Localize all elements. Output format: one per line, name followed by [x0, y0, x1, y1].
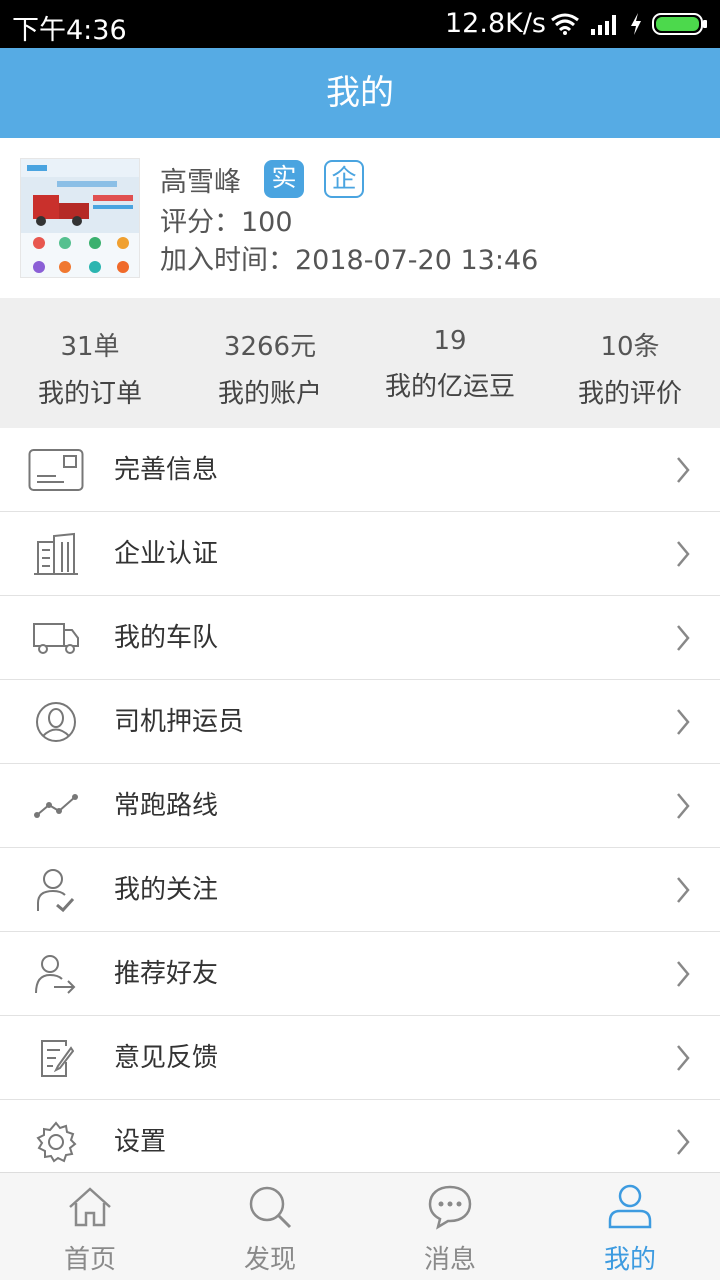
- wifi-icon: [551, 13, 579, 35]
- status-bar: 下午4:36 12.8K/s: [0, 0, 720, 48]
- avatar-image: [21, 159, 139, 273]
- stat-label: 我的亿运豆: [384, 372, 515, 402]
- feedback-icon: [28, 1034, 84, 1082]
- message-icon: [428, 1185, 472, 1230]
- enterprise-badge: 企: [324, 160, 364, 198]
- tab-messages[interactable]: 消息: [360, 1173, 540, 1280]
- profile-score: 评分：100: [160, 207, 293, 238]
- tab-mine[interactable]: 我的: [540, 1173, 720, 1280]
- menu-item-label: 完善信息: [114, 455, 219, 485]
- route-icon: [28, 782, 84, 830]
- menu-item-label: 我的车队: [114, 623, 219, 653]
- search-icon: [249, 1186, 292, 1229]
- title-bar: 我的: [0, 48, 720, 138]
- chevron-right-icon: [677, 625, 690, 651]
- charging-icon: [631, 13, 641, 35]
- tab-label: 首页: [63, 1245, 116, 1275]
- profile-name: 高雪峰: [160, 167, 241, 198]
- menu-item-label: 司机押运员: [114, 707, 245, 737]
- bottom-tab-bar: 首页 发现 消息 我的: [0, 1172, 720, 1280]
- chevron-right-icon: [677, 1129, 690, 1155]
- follow-icon: [28, 866, 84, 914]
- avatar[interactable]: [20, 158, 140, 278]
- stat-beans[interactable]: 19 我的亿运豆: [360, 298, 540, 428]
- page-title: 我的: [326, 73, 394, 113]
- network-speed: 12.8K/s: [445, 8, 546, 39]
- building-icon: [28, 530, 84, 578]
- home-icon: [69, 1187, 111, 1227]
- menu-item-label: 我的关注: [114, 875, 219, 905]
- tab-label: 消息: [423, 1245, 476, 1275]
- menu-item-recommend[interactable]: 推荐好友: [0, 932, 720, 1016]
- menu-item-label: 意见反馈: [114, 1043, 219, 1073]
- id-card-icon: [28, 446, 84, 494]
- driver-icon: [28, 698, 84, 746]
- battery-icon: [652, 13, 707, 35]
- stat-account[interactable]: 3266元 我的账户: [180, 298, 360, 428]
- status-icons: [550, 10, 708, 38]
- menu-item-feedback[interactable]: 意见反馈: [0, 1016, 720, 1100]
- chevron-right-icon: [677, 457, 690, 483]
- chevron-right-icon: [677, 961, 690, 987]
- menu-item-label: 企业认证: [114, 539, 219, 569]
- menu-item-label: 推荐好友: [114, 959, 219, 989]
- stat-value: 10条: [600, 332, 660, 362]
- tab-label: 发现: [243, 1245, 296, 1275]
- settings-icon: [28, 1118, 84, 1166]
- stat-label: 我的评价: [577, 379, 682, 409]
- status-time: 下午4:36: [12, 15, 127, 46]
- stat-label: 我的账户: [217, 379, 322, 409]
- stat-reviews[interactable]: 10条 我的评价: [540, 298, 720, 428]
- profile-card[interactable]: 高雪峰 实 企 评分：100 加入时间：2018-07-20 13:46: [0, 138, 720, 298]
- stat-value: 3266元: [223, 332, 317, 362]
- stat-label: 我的订单: [37, 379, 142, 409]
- tab-label: 我的: [603, 1245, 656, 1275]
- chevron-right-icon: [677, 877, 690, 903]
- menu-item-label: 常跑路线: [114, 791, 219, 821]
- menu-item-routes[interactable]: 常跑路线: [0, 764, 720, 848]
- tab-discover[interactable]: 发现: [180, 1173, 360, 1280]
- profile-icon: [608, 1184, 652, 1229]
- stat-value: 31单: [60, 332, 120, 362]
- chevron-right-icon: [677, 709, 690, 735]
- truck-icon: [28, 614, 84, 662]
- verified-badge: 实: [264, 160, 304, 198]
- profile-join-time: 加入时间：2018-07-20 13:46: [160, 245, 539, 276]
- stats-bar: 31单 我的订单 3266元 我的账户 19 我的亿运豆 10条 我的评价: [0, 298, 720, 428]
- menu-item-following[interactable]: 我的关注: [0, 848, 720, 932]
- menu-list: 完善信息 企业认证 我的车队 司机押运员 常跑路线 我的关注 推荐好友 意见反馈…: [0, 428, 720, 1184]
- stat-value: 19: [433, 326, 467, 356]
- tab-home[interactable]: 首页: [0, 1173, 180, 1280]
- signal-icon: [591, 15, 616, 35]
- stat-orders[interactable]: 31单 我的订单: [0, 298, 180, 428]
- chevron-right-icon: [677, 1045, 690, 1071]
- chevron-right-icon: [677, 541, 690, 567]
- menu-item-drivers[interactable]: 司机押运员: [0, 680, 720, 764]
- menu-item-enterprise-cert[interactable]: 企业认证: [0, 512, 720, 596]
- menu-item-my-fleet[interactable]: 我的车队: [0, 596, 720, 680]
- menu-item-complete-info[interactable]: 完善信息: [0, 428, 720, 512]
- chevron-right-icon: [677, 793, 690, 819]
- recommend-icon: [28, 950, 84, 998]
